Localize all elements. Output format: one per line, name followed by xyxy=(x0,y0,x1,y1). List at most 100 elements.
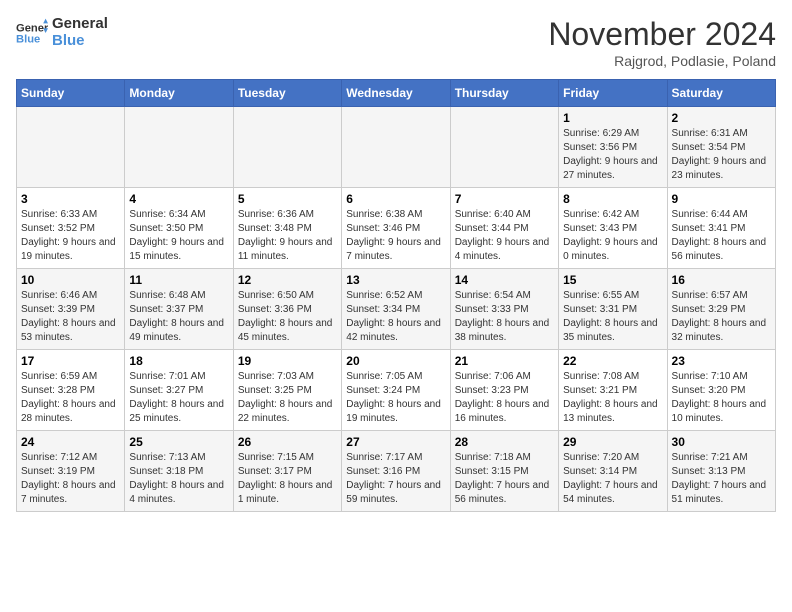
day-info: Sunrise: 6:31 AMSunset: 3:54 PMDaylight:… xyxy=(672,127,771,183)
day-cell: 17Sunrise: 6:59 AMSunset: 3:28 PMDayligh… xyxy=(17,350,125,431)
day-number: 6 xyxy=(346,192,445,206)
day-number: 10 xyxy=(21,273,120,287)
day-number: 24 xyxy=(21,435,120,449)
day-cell xyxy=(450,107,558,188)
day-info: Sunrise: 7:06 AMSunset: 3:23 PMDaylight:… xyxy=(455,370,554,426)
day-number: 26 xyxy=(238,435,337,449)
month-title: November 2024 xyxy=(548,16,776,53)
day-info: Sunrise: 6:44 AMSunset: 3:41 PMDaylight:… xyxy=(672,208,771,264)
day-cell: 24Sunrise: 7:12 AMSunset: 3:19 PMDayligh… xyxy=(17,431,125,512)
day-info: Sunrise: 6:40 AMSunset: 3:44 PMDaylight:… xyxy=(455,208,554,264)
weekday-row: SundayMondayTuesdayWednesdayThursdayFrid… xyxy=(17,80,776,107)
day-number: 20 xyxy=(346,354,445,368)
logo-blue: Blue xyxy=(52,33,108,50)
day-cell: 11 Sunrise: 6:48 AMSunset: 3:37 PMDayligh… xyxy=(125,269,233,350)
day-number: 3 xyxy=(21,192,120,206)
day-cell: 13Sunrise: 6:52 AMSunset: 3:34 PMDayligh… xyxy=(342,269,450,350)
day-info: Sunrise: 6:50 AMSunset: 3:36 PMDaylight:… xyxy=(238,289,337,345)
day-info: Sunrise: 6:42 AMSunset: 3:43 PMDaylight:… xyxy=(563,208,662,264)
day-cell: 2 Sunrise: 6:31 AMSunset: 3:54 PMDaylight… xyxy=(667,107,775,188)
day-cell: 14 Sunrise: 6:54 AMSunset: 3:33 PMDayligh… xyxy=(450,269,558,350)
day-number: 27 xyxy=(346,435,445,449)
day-cell: 26 Sunrise: 7:15 AMSunset: 3:17 PMDayligh… xyxy=(233,431,341,512)
day-number: 14 xyxy=(455,273,554,287)
svg-text:General: General xyxy=(16,22,48,34)
day-number: 15 xyxy=(563,273,662,287)
day-cell: 7 Sunrise: 6:40 AMSunset: 3:44 PMDaylight… xyxy=(450,188,558,269)
logo-general: General xyxy=(52,16,108,33)
day-number: 7 xyxy=(455,192,554,206)
day-number: 11 xyxy=(129,273,228,287)
day-info: Sunrise: 6:46 AMSunset: 3:39 PMDaylight:… xyxy=(21,289,120,345)
weekday-header-friday: Friday xyxy=(559,80,667,107)
day-info: Sunrise: 7:05 AMSunset: 3:24 PMDaylight:… xyxy=(346,370,445,426)
day-number: 19 xyxy=(238,354,337,368)
day-info: Sunrise: 7:01 AMSunset: 3:27 PMDaylight:… xyxy=(129,370,228,426)
day-cell: 10 Sunrise: 6:46 AMSunset: 3:39 PMDayligh… xyxy=(17,269,125,350)
day-cell: 9 Sunrise: 6:44 AMSunset: 3:41 PMDaylight… xyxy=(667,188,775,269)
calendar: SundayMondayTuesdayWednesdayThursdayFrid… xyxy=(16,79,776,512)
day-number: 9 xyxy=(672,192,771,206)
day-info: Sunrise: 6:29 AMSunset: 3:56 PMDaylight:… xyxy=(563,127,662,183)
day-number: 8 xyxy=(563,192,662,206)
day-info: Sunrise: 7:21 AMSunset: 3:13 PMDaylight:… xyxy=(672,451,771,507)
day-cell: 21 Sunrise: 7:06 AMSunset: 3:23 PMDayligh… xyxy=(450,350,558,431)
day-cell: 19Sunrise: 7:03 AMSunset: 3:25 PMDayligh… xyxy=(233,350,341,431)
day-info: Sunrise: 7:15 AMSunset: 3:17 PMDaylight:… xyxy=(238,451,337,507)
day-number: 28 xyxy=(455,435,554,449)
header: General Blue General Blue November 2024 … xyxy=(16,16,776,69)
day-cell: 6 Sunrise: 6:38 AMSunset: 3:46 PMDaylight… xyxy=(342,188,450,269)
weekday-header-wednesday: Wednesday xyxy=(342,80,450,107)
day-cell xyxy=(125,107,233,188)
day-number: 1 xyxy=(563,111,662,125)
week-row: 1 Sunrise: 6:29 AMSunset: 3:56 PMDaylight… xyxy=(17,107,776,188)
calendar-body: 1 Sunrise: 6:29 AMSunset: 3:56 PMDaylight… xyxy=(17,107,776,512)
day-info: Sunrise: 7:18 AMSunset: 3:15 PMDaylight:… xyxy=(455,451,554,507)
day-number: 2 xyxy=(672,111,771,125)
week-row: 10 Sunrise: 6:46 AMSunset: 3:39 PMDayligh… xyxy=(17,269,776,350)
logo-icon: General Blue xyxy=(16,17,48,49)
weekday-header-sunday: Sunday xyxy=(17,80,125,107)
weekday-header-monday: Monday xyxy=(125,80,233,107)
day-cell: 15Sunrise: 6:55 AMSunset: 3:31 PMDayligh… xyxy=(559,269,667,350)
day-info: Sunrise: 7:20 AMSunset: 3:14 PMDaylight:… xyxy=(563,451,662,507)
day-info: Sunrise: 6:33 AMSunset: 3:52 PMDaylight:… xyxy=(21,208,120,264)
day-cell xyxy=(342,107,450,188)
day-cell xyxy=(17,107,125,188)
day-cell: 4Sunrise: 6:34 AMSunset: 3:50 PMDaylight… xyxy=(125,188,233,269)
day-info: Sunrise: 7:08 AMSunset: 3:21 PMDaylight:… xyxy=(563,370,662,426)
weekday-header-tuesday: Tuesday xyxy=(233,80,341,107)
day-cell: 8 Sunrise: 6:42 AMSunset: 3:43 PMDaylight… xyxy=(559,188,667,269)
day-number: 21 xyxy=(455,354,554,368)
day-cell: 30 Sunrise: 7:21 AMSunset: 3:13 PMDayligh… xyxy=(667,431,775,512)
day-number: 12 xyxy=(238,273,337,287)
day-info: Sunrise: 6:36 AMSunset: 3:48 PMDaylight:… xyxy=(238,208,337,264)
day-number: 23 xyxy=(672,354,771,368)
day-number: 25 xyxy=(129,435,228,449)
day-cell: 5 Sunrise: 6:36 AMSunset: 3:48 PMDaylight… xyxy=(233,188,341,269)
day-info: Sunrise: 6:48 AMSunset: 3:37 PMDaylight:… xyxy=(129,289,228,345)
week-row: 3 Sunrise: 6:33 AMSunset: 3:52 PMDaylight… xyxy=(17,188,776,269)
weekday-header-saturday: Saturday xyxy=(667,80,775,107)
day-number: 22 xyxy=(563,354,662,368)
day-cell: 16Sunrise: 6:57 AMSunset: 3:29 PMDayligh… xyxy=(667,269,775,350)
day-cell: 20 Sunrise: 7:05 AMSunset: 3:24 PMDayligh… xyxy=(342,350,450,431)
day-cell: 22 Sunrise: 7:08 AMSunset: 3:21 PMDayligh… xyxy=(559,350,667,431)
day-number: 5 xyxy=(238,192,337,206)
weekday-header-thursday: Thursday xyxy=(450,80,558,107)
day-cell: 29Sunrise: 7:20 AMSunset: 3:14 PMDayligh… xyxy=(559,431,667,512)
day-info: Sunrise: 6:54 AMSunset: 3:33 PMDaylight:… xyxy=(455,289,554,345)
day-cell: 1 Sunrise: 6:29 AMSunset: 3:56 PMDaylight… xyxy=(559,107,667,188)
day-cell: 12 Sunrise: 6:50 AMSunset: 3:36 PMDayligh… xyxy=(233,269,341,350)
location-title: Rajgrod, Podlasie, Poland xyxy=(548,53,776,69)
day-info: Sunrise: 6:38 AMSunset: 3:46 PMDaylight:… xyxy=(346,208,445,264)
week-row: 24Sunrise: 7:12 AMSunset: 3:19 PMDayligh… xyxy=(17,431,776,512)
day-cell: 3 Sunrise: 6:33 AMSunset: 3:52 PMDaylight… xyxy=(17,188,125,269)
day-number: 4 xyxy=(129,192,228,206)
day-number: 13 xyxy=(346,273,445,287)
logo: General Blue General Blue xyxy=(16,16,108,49)
day-number: 30 xyxy=(672,435,771,449)
day-info: Sunrise: 7:10 AMSunset: 3:20 PMDaylight:… xyxy=(672,370,771,426)
day-cell: 23 Sunrise: 7:10 AMSunset: 3:20 PMDayligh… xyxy=(667,350,775,431)
day-cell: 25Sunrise: 7:13 AMSunset: 3:18 PMDayligh… xyxy=(125,431,233,512)
